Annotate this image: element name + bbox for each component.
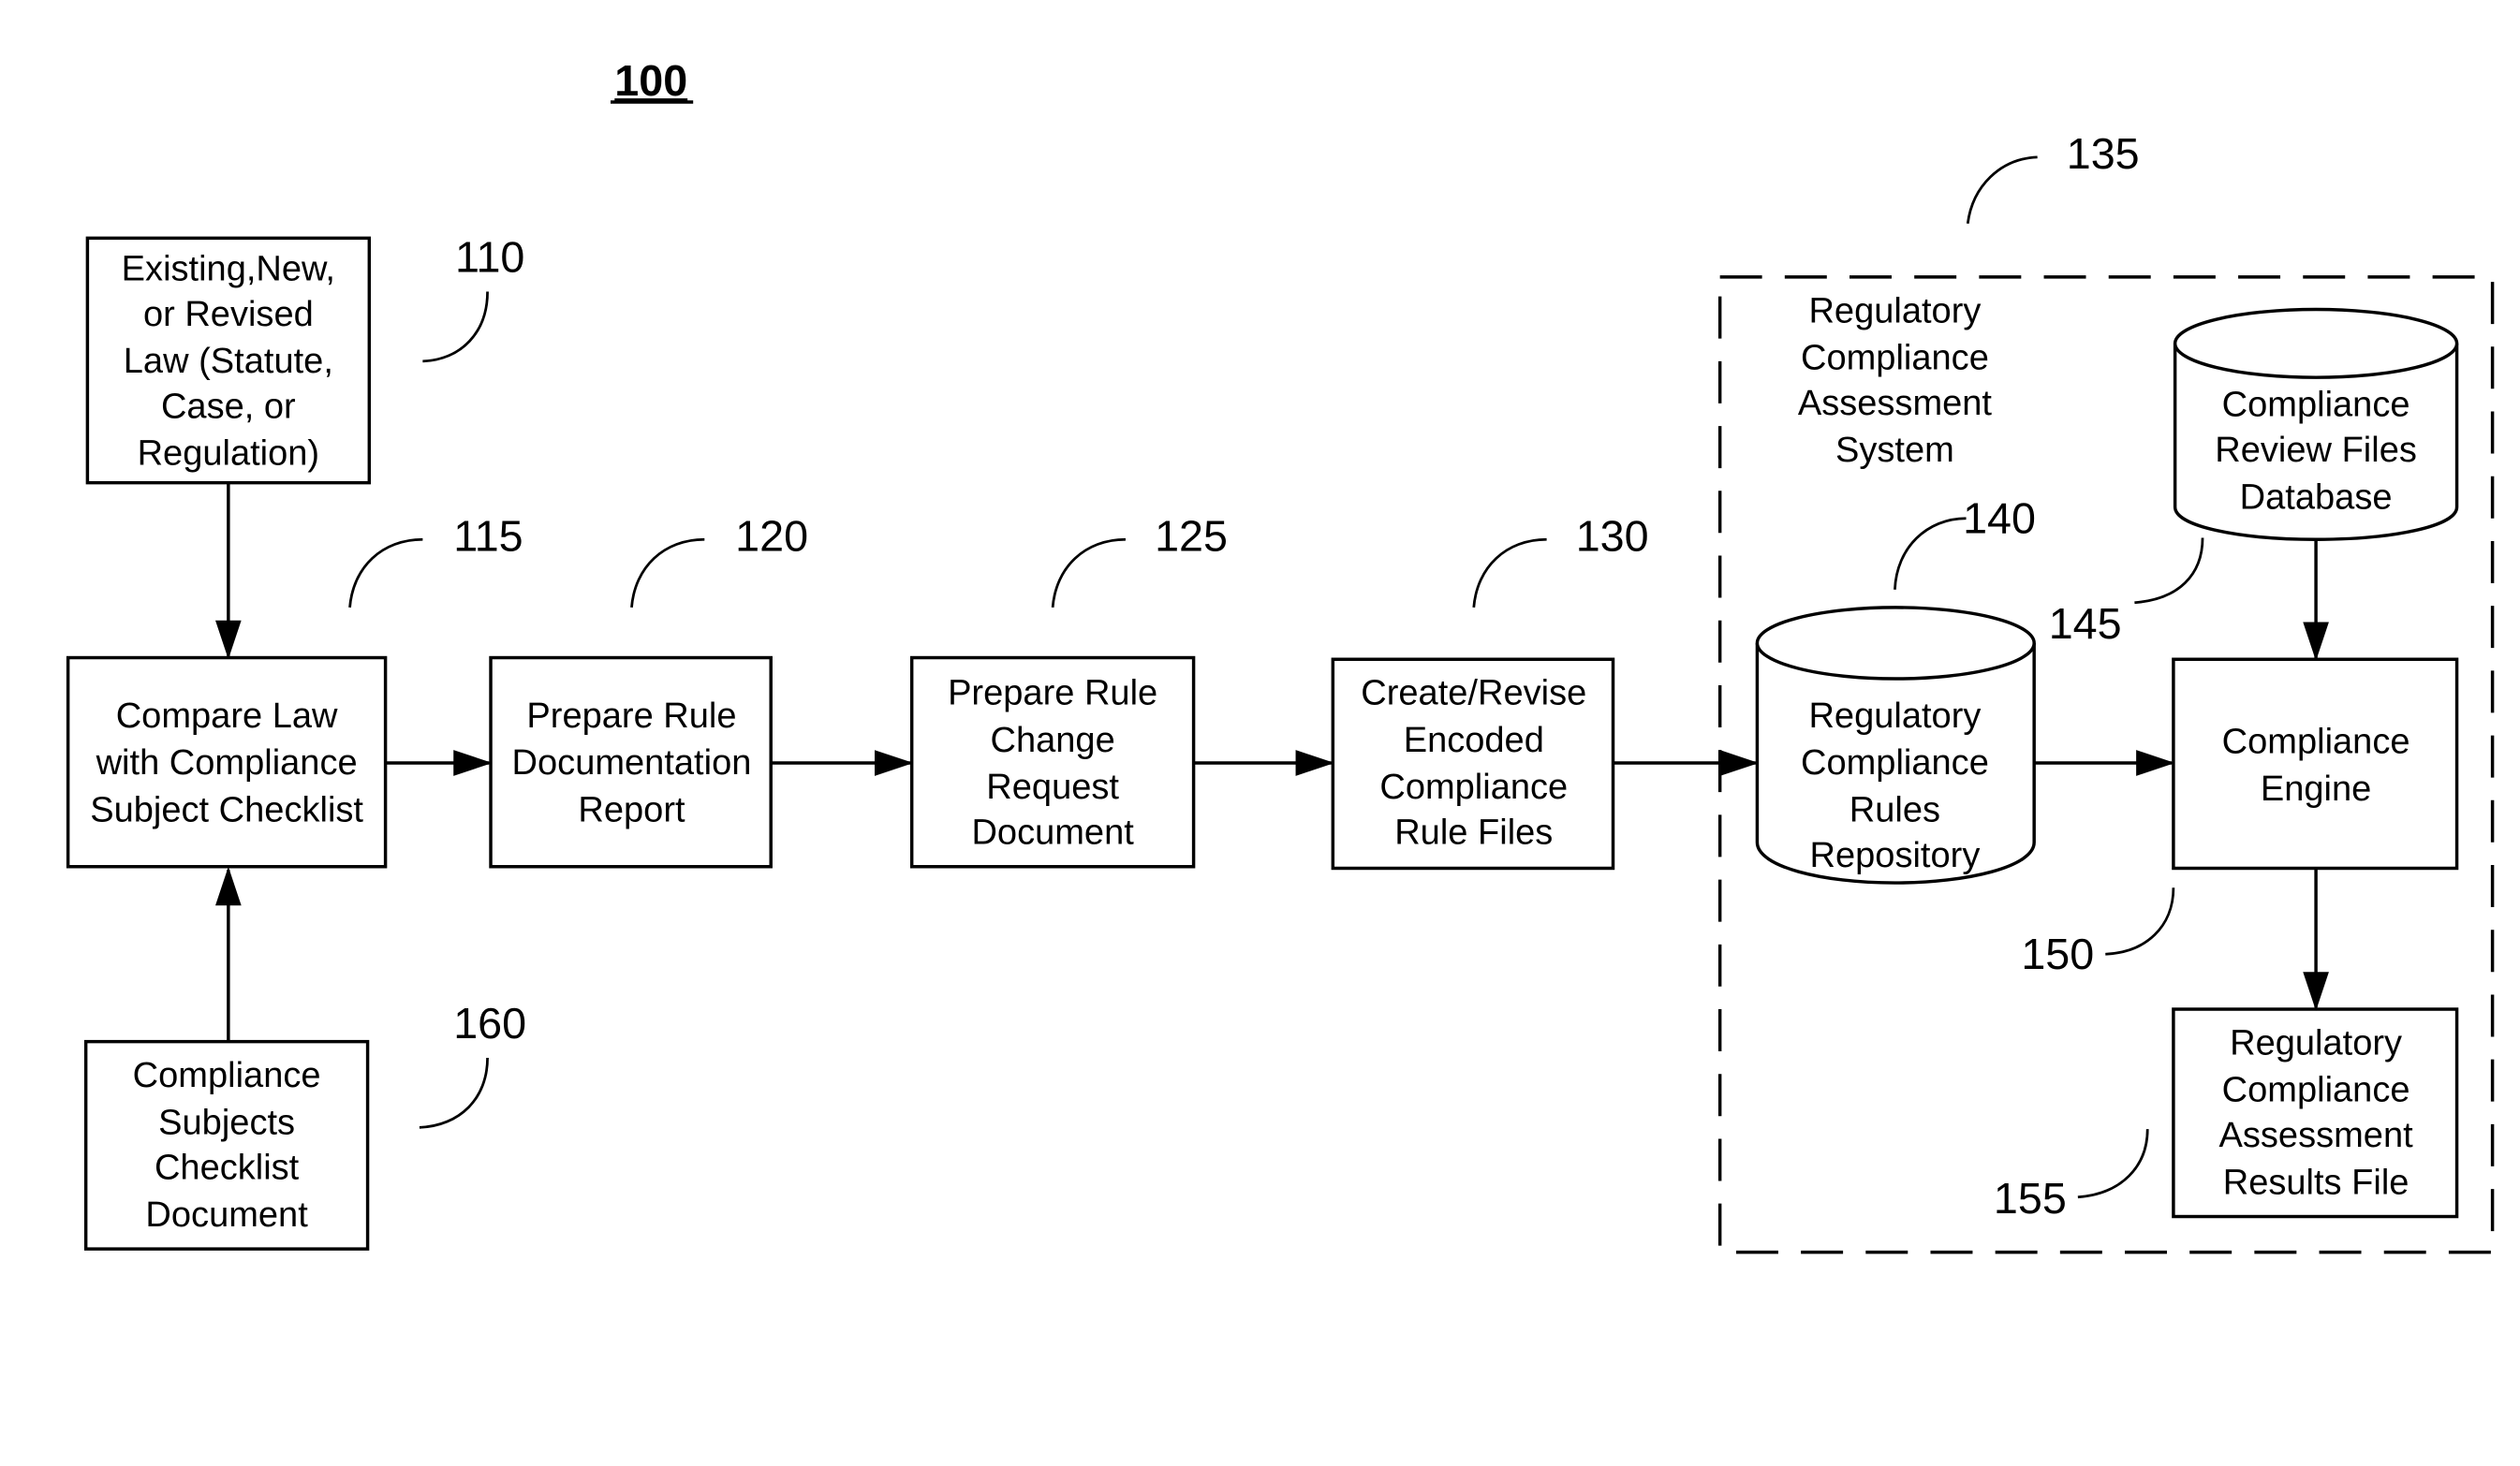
ref-label-125: 125	[1155, 511, 1228, 560]
node-145-line-2: Review Files	[2215, 431, 2417, 470]
node-110-line-3: Law (Statute,	[124, 342, 333, 381]
node-115-line-3: Subject Checklist	[90, 790, 363, 829]
ref-label-135: 135	[2067, 129, 2140, 178]
node-create-revise-rule-files: Create/Revise Encoded Compliance Rule Fi…	[1331, 657, 1615, 871]
node-125-line-1: Prepare Rule	[948, 674, 1157, 713]
node-prepare-rule-doc-report: Prepare Rule Documentation Report	[489, 655, 773, 869]
node-130-line-1: Create/Revise	[1361, 674, 1586, 713]
ref-leader-160	[419, 1057, 489, 1129]
ref-leader-110	[422, 291, 489, 363]
node-160-line-3: Checklist	[155, 1149, 300, 1188]
node-110-line-2: or Revised	[143, 295, 314, 334]
node-130-line-4: Rule Files	[1394, 814, 1553, 853]
figure-number: 100	[614, 56, 687, 105]
ref-leader-115	[348, 537, 423, 608]
ref-leader-140	[1894, 517, 1967, 590]
ref-label-155: 155	[1994, 1174, 2067, 1223]
ref-label-130: 130	[1576, 511, 1649, 560]
node-rules-repository: Regulatory Compliance Rules Repository	[1755, 606, 2036, 885]
node-125-line-4: Document	[971, 814, 1134, 853]
ref-label-160: 160	[453, 999, 526, 1048]
node-140-line-1: Regulatory	[1808, 696, 1981, 736]
node-140-line-3: Rules	[1849, 790, 1940, 829]
node-prepare-rule-change-request: Prepare Rule Change Request Document	[909, 655, 1196, 869]
node-140-line-4: Repository	[1810, 836, 1981, 875]
node-compare-law: Compare Law with Compliance Subject Chec…	[66, 655, 388, 869]
ref-label-145: 145	[2049, 599, 2122, 648]
ref-label-115: 115	[453, 511, 523, 560]
ref-label-140: 140	[1963, 493, 2036, 542]
node-160-line-4: Document	[145, 1195, 308, 1235]
node-155-line-3: Assessment	[2219, 1116, 2414, 1155]
node-145-cylinder-top	[2173, 307, 2459, 379]
node-150-box	[2172, 657, 2459, 871]
node-155-line-1: Regulatory	[2230, 1023, 2402, 1063]
node-existing-law: Existing,New, or Revised Law (Statute, C…	[85, 236, 372, 485]
system-title-line-1: Regulatory	[1808, 291, 1981, 330]
node-110-line-5: Regulation)	[138, 434, 320, 474]
node-150-line-1: Compliance	[2222, 723, 2410, 762]
node-assessment-results-file: Regulatory Compliance Assessment Results…	[2172, 1007, 2459, 1219]
node-160-line-2: Subjects	[158, 1103, 295, 1142]
ref-leader-150	[2105, 887, 2175, 956]
node-155-line-4: Results File	[2223, 1163, 2409, 1202]
node-120-line-2: Documentation	[512, 743, 752, 783]
node-130-line-3: Compliance	[1379, 768, 1568, 807]
ref-leader-120	[630, 537, 705, 608]
ref-leader-155	[2077, 1129, 2149, 1199]
node-compliance-engine: Compliance Engine	[2172, 657, 2459, 871]
node-140-cylinder-top	[1755, 606, 2036, 681]
node-130-line-2: Encoded	[1404, 721, 1544, 760]
node-review-files-database: Compliance Review Files Database	[2173, 307, 2459, 541]
ref-label-120: 120	[735, 511, 808, 560]
ref-leader-135	[1966, 155, 2038, 224]
node-110-line-4: Case, or	[161, 387, 296, 426]
node-155-line-2: Compliance	[2222, 1071, 2410, 1110]
system-title-line-3: Assessment	[1798, 384, 1993, 423]
ref-label-110: 110	[455, 233, 524, 282]
flow-diagram: 100 Regulatory Compliance Assessment Sys…	[66, 56, 2495, 1254]
node-120-line-3: Report	[578, 790, 685, 829]
ref-leader-125	[1051, 537, 1126, 608]
node-120-line-1: Prepare Rule	[526, 696, 736, 736]
node-125-line-3: Request	[986, 768, 1119, 807]
node-110-line-1: Existing,New,	[122, 249, 335, 288]
node-160-line-1: Compliance	[133, 1056, 321, 1095]
system-title-line-2: Compliance	[1801, 339, 1989, 378]
node-125-line-2: Change	[991, 721, 1115, 760]
node-150-line-2: Engine	[2261, 770, 2371, 809]
ref-leader-145	[2134, 537, 2204, 605]
node-145-line-1: Compliance	[2222, 386, 2410, 425]
ref-label-150: 150	[2021, 930, 2094, 978]
node-115-line-1: Compare Law	[116, 696, 338, 736]
node-140-line-2: Compliance	[1801, 743, 1989, 783]
node-checklist-document: Compliance Subjects Checklist Document	[83, 1039, 370, 1251]
ref-leader-130	[1472, 537, 1547, 608]
node-145-line-3: Database	[2240, 477, 2393, 517]
system-title-line-4: System	[1835, 431, 1954, 470]
node-115-line-2: with Compliance	[96, 743, 358, 783]
